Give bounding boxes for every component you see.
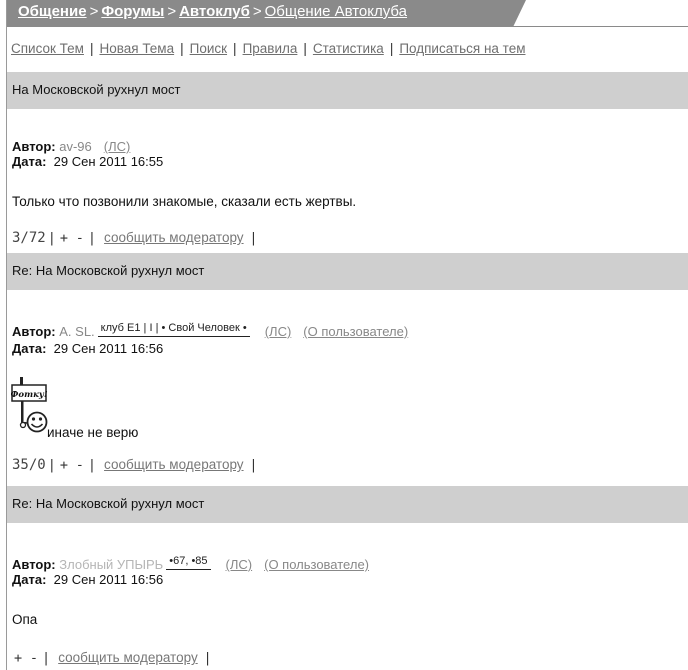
user-profile-link[interactable]: (О пользователе) xyxy=(264,557,369,572)
post-footer: + - | сообщить модератору | xyxy=(12,650,212,666)
post-author-line: Автор: A. SL. клуб E1 | I | • Свой Челове… xyxy=(12,321,409,339)
forum-nav: Список Тем | Новая Тема | Поиск | Правила | Стат… xyxy=(11,41,526,56)
post-date-line: Дата: 29 Сен 2011 16:55 xyxy=(12,154,164,169)
post-date: 29 Сен 2011 16:56 xyxy=(53,572,164,587)
post-header: На Московской рухнул мост xyxy=(7,72,688,109)
nav-subscribe[interactable]: Подписаться на тем xyxy=(399,41,525,56)
post-body: Опа xyxy=(12,612,38,627)
vote-plus-button[interactable]: + xyxy=(12,650,24,666)
pm-link[interactable]: (ЛС) xyxy=(104,139,131,154)
breadcrumb: Общение > Форумы > Автоклуб > Общение Автоклуб… xyxy=(18,3,408,20)
post-author-line: Автор: Злобный УПЫРЬ •67, •85 (ЛС) (О польз… xyxy=(12,554,370,572)
post-date: 29 Сен 2011 16:56 xyxy=(53,341,164,356)
vote-plus-button[interactable]: + xyxy=(58,457,70,473)
breadcrumb-bar: Общение > Форумы > Автоклуб > Общение Автоклуб… xyxy=(7,0,688,27)
post-body: Только что позвонили знакомые, сказали е… xyxy=(12,194,357,209)
breadcrumb-forums[interactable]: Форумы xyxy=(101,3,164,20)
report-moderator-link[interactable]: сообщить модератору xyxy=(104,230,244,245)
smiley-sign-text: Фотку! xyxy=(11,390,48,400)
post-title: Re: На Московской рухнул мост xyxy=(12,496,205,511)
post-header: Re: На Московской рухнул мост xyxy=(7,253,688,290)
user-badge-club: клуб E1 | I | • Свой Человек • xyxy=(97,321,250,337)
post-header: Re: На Московской рухнул мост xyxy=(7,486,688,523)
vote-minus-button[interactable]: - xyxy=(74,457,86,473)
post-date-line: Дата: 29 Сен 2011 16:56 xyxy=(12,572,164,587)
breadcrumb-obshchenie[interactable]: Общение xyxy=(18,3,87,20)
nav-new-topic[interactable]: Новая Тема xyxy=(99,41,174,56)
vote-plus-button[interactable]: + xyxy=(58,230,70,246)
post-author[interactable]: Злобный УПЫРЬ xyxy=(59,557,163,572)
post-date: 29 Сен 2011 16:55 xyxy=(53,154,164,169)
user-profile-link[interactable]: (О пользователе) xyxy=(303,324,408,339)
post-author-line: Автор: av-96 (ЛС) xyxy=(12,139,131,154)
post-footer: 3/72 | + - | сообщить модератору | xyxy=(12,230,258,246)
nav-topic-list[interactable]: Список Тем xyxy=(11,41,84,56)
nav-statistics[interactable]: Статистика xyxy=(313,41,384,56)
post-date-line: Дата: 29 Сен 2011 16:56 xyxy=(12,341,164,356)
pm-link[interactable]: (ЛС) xyxy=(265,324,292,339)
nav-search[interactable]: Поиск xyxy=(190,41,227,56)
post-author[interactable]: av-96 xyxy=(59,139,92,154)
post-body: иначе не верю xyxy=(47,425,139,440)
vote-minus-button[interactable]: - xyxy=(74,230,86,246)
post-footer: 35/0 | + - | сообщить модератору | xyxy=(12,457,258,473)
forum-page: Общение > Форумы > Автоклуб > Общение Автоклуб… xyxy=(6,0,688,670)
post-title: На Московской рухнул мост xyxy=(12,82,181,97)
report-moderator-link[interactable]: сообщить модератору xyxy=(104,457,244,472)
vote-minus-button[interactable]: - xyxy=(28,650,40,666)
nav-rules[interactable]: Правила xyxy=(243,41,298,56)
pm-link[interactable]: (ЛС) xyxy=(226,557,253,572)
post-score: 35/0 xyxy=(12,457,46,473)
user-badge-ratings: •67, •85 xyxy=(166,554,211,570)
post-title: Re: На Московской рухнул мост xyxy=(12,263,205,278)
post-author[interactable]: A. SL. xyxy=(59,324,94,339)
breadcrumb-autoclub[interactable]: Автоклуб xyxy=(179,3,250,20)
breadcrumb-autoclub-talk[interactable]: Общение Автоклуба xyxy=(265,3,407,20)
report-moderator-link[interactable]: сообщить модератору xyxy=(58,650,198,665)
post-score: 3/72 xyxy=(12,230,46,246)
